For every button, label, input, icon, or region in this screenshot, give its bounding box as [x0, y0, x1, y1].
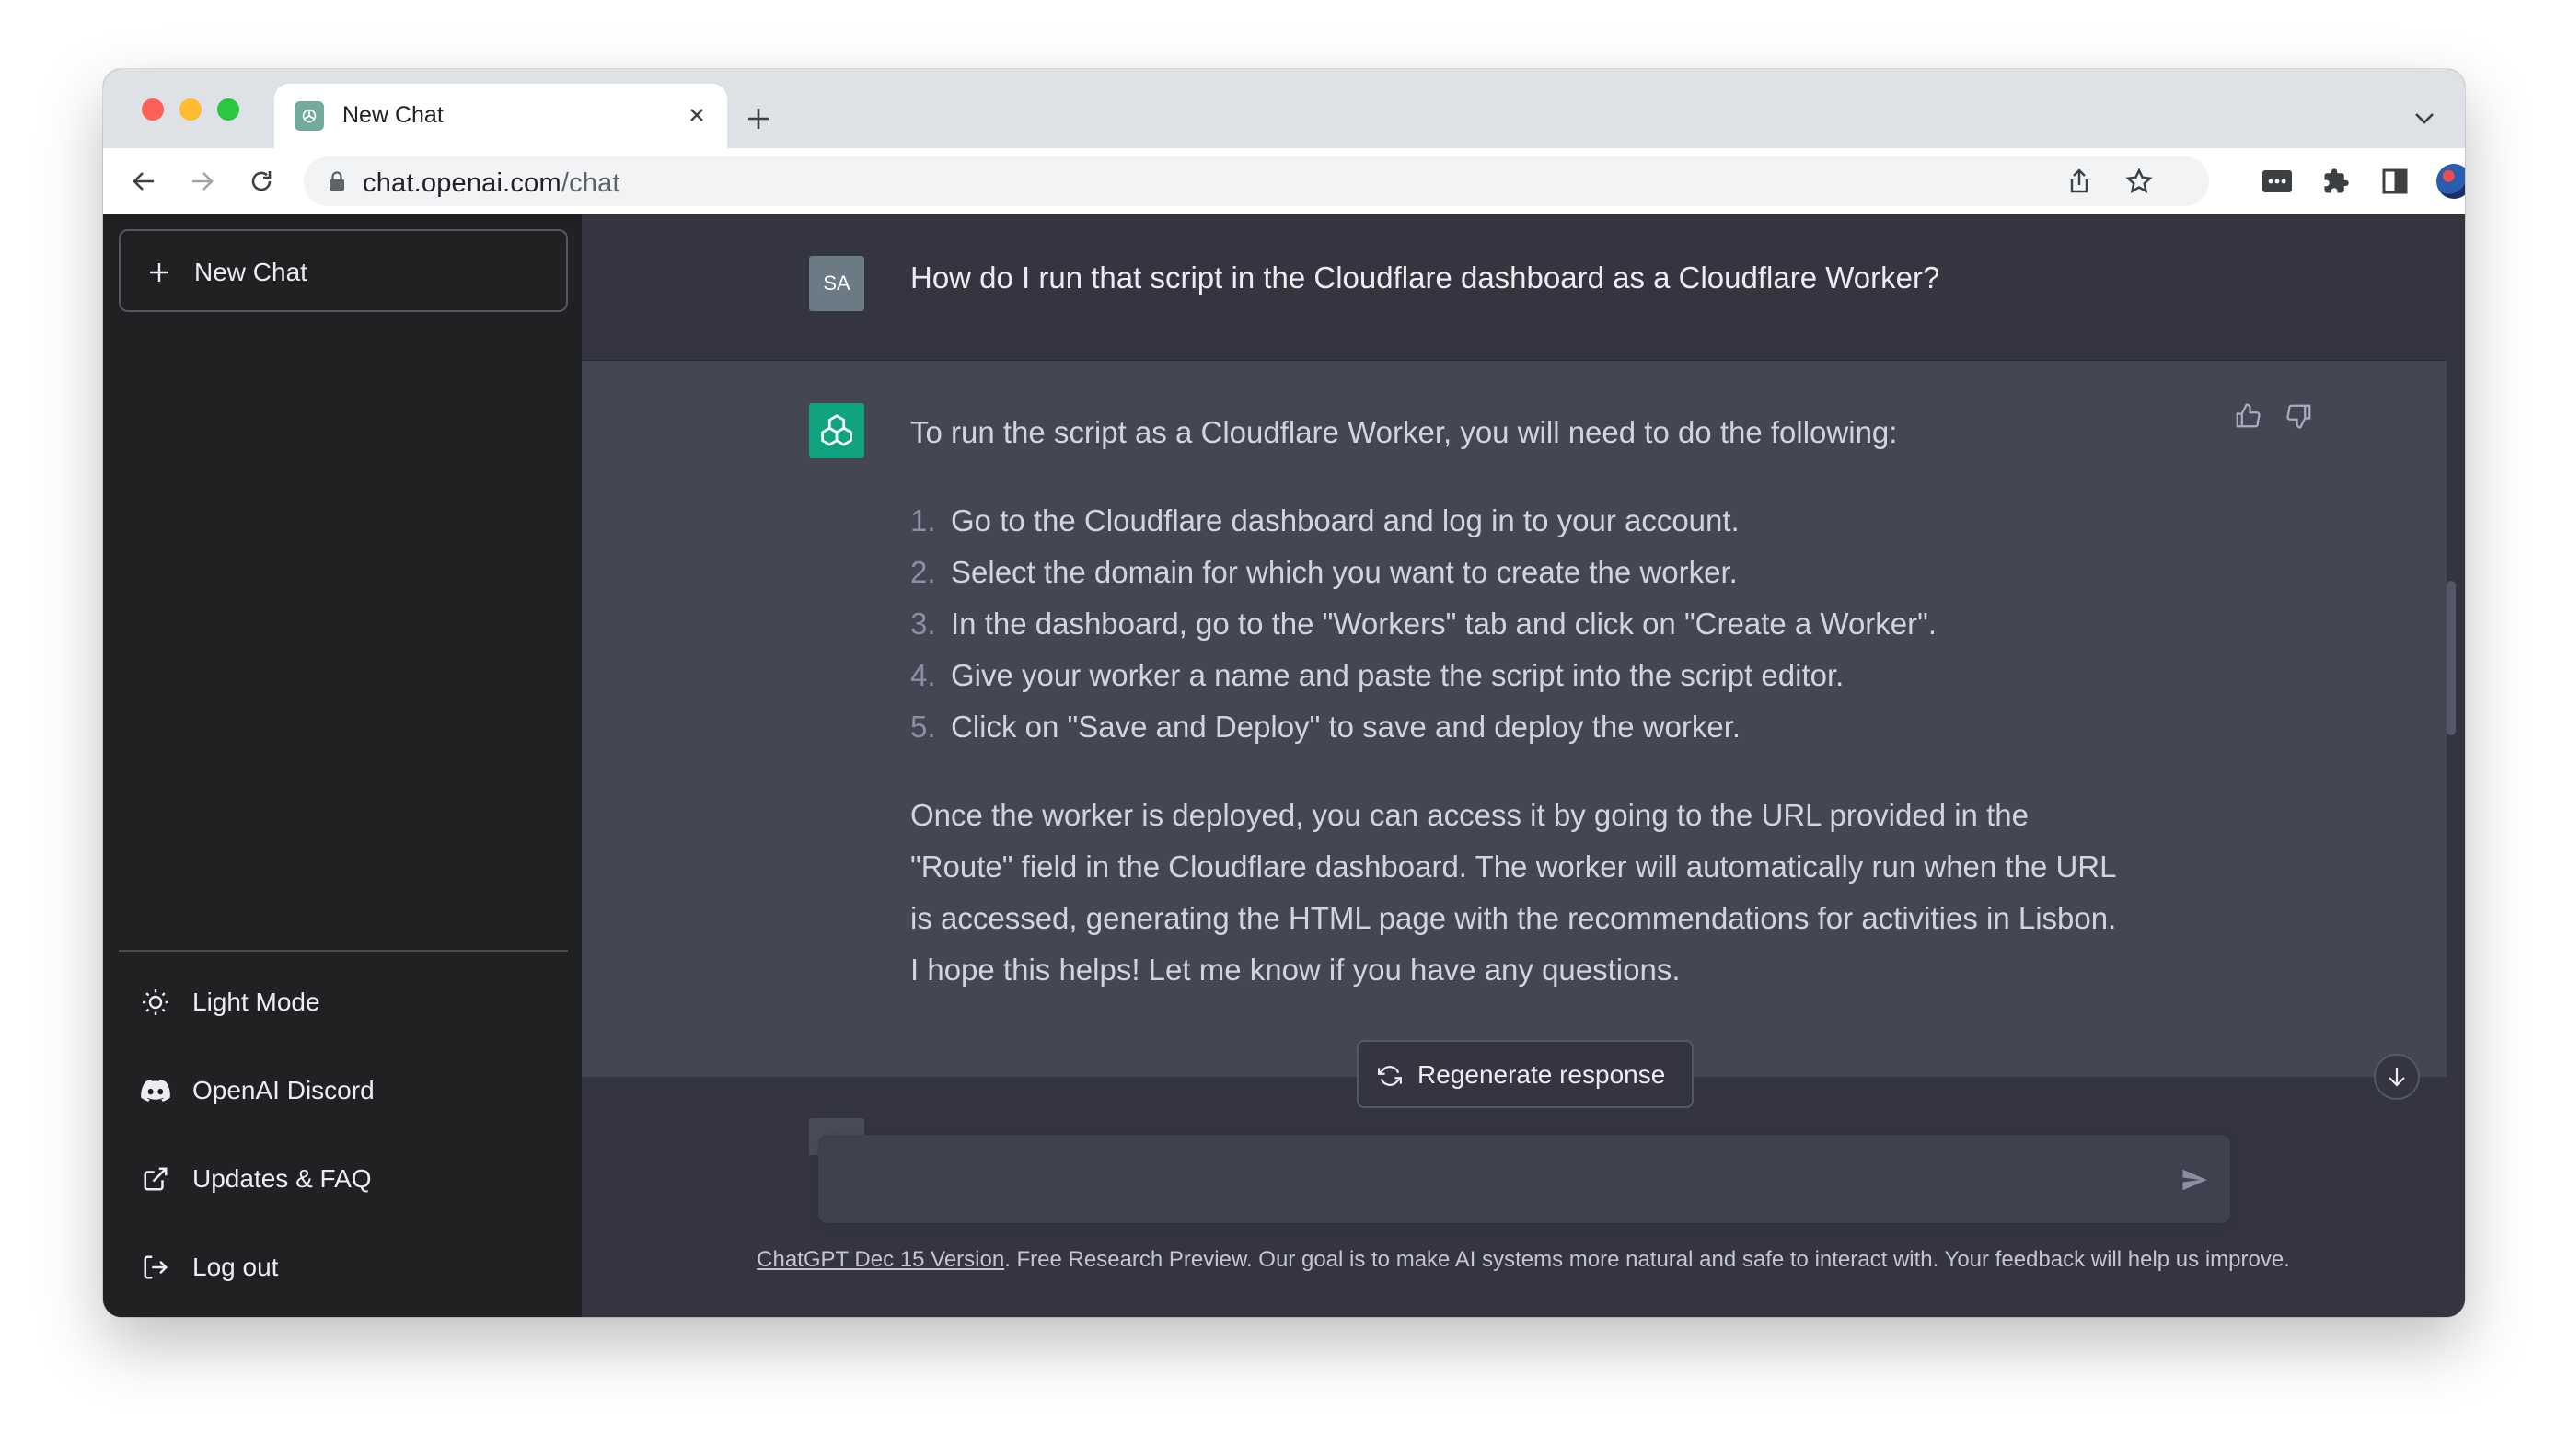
assistant-closing: I hope this helps! Let me know if you ha…	[910, 953, 1681, 987]
side-panel-icon[interactable]	[2373, 159, 2417, 203]
new-chat-label: New Chat	[194, 258, 307, 286]
sidebar-item-updates-faq[interactable]: Updates & FAQ	[119, 1142, 568, 1216]
sidebar: New Chat Light Mode OpenAI Discord Updat…	[103, 214, 582, 1317]
globe-avatar-icon	[2436, 164, 2465, 199]
assistant-message-text: To run the script as a Cloudflare Worker…	[910, 407, 2125, 996]
minimize-window-button[interactable]	[179, 98, 202, 121]
sidebar-item-label: OpenAI Discord	[192, 1076, 375, 1104]
steps-list: 1. Go to the Cloudflare dashboard and log…	[910, 495, 2125, 753]
user-message-text: How do I run that script in the Cloudfla…	[910, 260, 1940, 295]
thumbs-down-icon[interactable]	[2281, 398, 2318, 434]
footer-text: . Free Research Preview. Our goal is to …	[1004, 1247, 2290, 1272]
new-chat-button[interactable]: New Chat	[119, 229, 568, 312]
assistant-message-row: To run the script as a Cloudflare Worker…	[582, 361, 2447, 1077]
message-composer	[818, 1135, 2230, 1223]
openai-logo-icon	[809, 403, 864, 458]
browser-tab[interactable]: New Chat	[274, 84, 727, 148]
sun-icon	[139, 986, 172, 1019]
discord-icon	[139, 1074, 172, 1107]
url-text: chat.openai.com/chat	[363, 168, 620, 198]
address-bar[interactable]: chat.openai.com/chat	[304, 156, 2209, 206]
sidebar-item-log-out[interactable]: Log out	[119, 1231, 568, 1304]
chatgpt-app: New Chat Light Mode OpenAI Discord Updat…	[103, 214, 2465, 1317]
bookmark-star-icon[interactable]	[2120, 162, 2158, 201]
share-icon[interactable]	[2060, 162, 2099, 201]
password-manager-icon[interactable]	[2255, 159, 2299, 203]
lock-icon[interactable]	[324, 168, 350, 194]
thumbs-up-icon[interactable]	[2229, 398, 2266, 434]
openai-favicon-icon	[295, 101, 324, 131]
tab-strip: New Chat	[103, 69, 2465, 148]
logout-icon	[139, 1251, 172, 1284]
zoom-window-button[interactable]	[217, 98, 239, 121]
sidebar-divider	[119, 950, 568, 952]
browser-window: New Chat chat.openai.com/chat New Chat L…	[103, 69, 2465, 1317]
version-link[interactable]: ChatGPT Dec 15 Version	[757, 1247, 1004, 1272]
sidebar-item-openai-discord[interactable]: OpenAI Discord	[119, 1054, 568, 1127]
list-item: 4. Give your worker a name and paste the …	[910, 658, 1845, 692]
external-link-icon	[139, 1162, 172, 1196]
profile-avatar[interactable]	[2432, 159, 2465, 203]
back-arrow-icon[interactable]	[121, 159, 166, 203]
send-icon[interactable]	[2177, 1162, 2212, 1197]
list-item: 2. Select the domain for which you want t…	[910, 555, 1738, 589]
chat-thread: SA How do I run that script in the Cloud…	[582, 214, 2465, 1317]
refresh-icon	[1377, 1063, 1403, 1089]
sidebar-item-label: Updates & FAQ	[192, 1164, 372, 1193]
message-input[interactable]	[840, 1161, 2133, 1205]
regenerate-response-button[interactable]: Regenerate response	[1357, 1040, 1694, 1108]
arrow-down-icon	[2389, 1068, 2405, 1087]
scroll-to-bottom-button[interactable]	[2374, 1054, 2420, 1100]
regenerate-label: Regenerate response	[1417, 1060, 1666, 1089]
user-avatar: SA	[809, 256, 864, 311]
plus-icon	[145, 258, 174, 287]
list-item: 5. Click on "Save and Deploy" to save and…	[910, 710, 1741, 744]
footer-disclaimer: ChatGPT Dec 15 Version. Free Research Pr…	[582, 1247, 2465, 1273]
reload-icon[interactable]	[239, 159, 283, 203]
list-item: 3. In the dashboard, go to the "Workers" …	[910, 607, 1938, 641]
chevron-down-icon[interactable]	[2406, 100, 2443, 137]
sidebar-item-label: Log out	[192, 1253, 279, 1281]
tab-title: New Chat	[342, 102, 444, 128]
assistant-paragraph: Once the worker is deployed, you can acc…	[910, 798, 2117, 935]
close-window-button[interactable]	[142, 98, 164, 121]
list-item: 1. Go to the Cloudflare dashboard and log…	[910, 503, 1740, 537]
sidebar-item-light-mode[interactable]: Light Mode	[119, 965, 568, 1039]
new-tab-icon[interactable]	[738, 98, 779, 139]
browser-toolbar: chat.openai.com/chat	[103, 148, 2465, 215]
close-tab-icon[interactable]	[681, 99, 712, 131]
sidebar-item-label: Light Mode	[192, 988, 320, 1016]
assistant-intro: To run the script as a Cloudflare Worker…	[910, 415, 1898, 449]
extensions-puzzle-icon[interactable]	[2314, 159, 2358, 203]
scrollbar-thumb[interactable]	[2447, 581, 2456, 735]
forward-arrow-icon[interactable]	[180, 159, 225, 203]
user-message-row: SA How do I run that script in the Cloud…	[582, 214, 2447, 361]
